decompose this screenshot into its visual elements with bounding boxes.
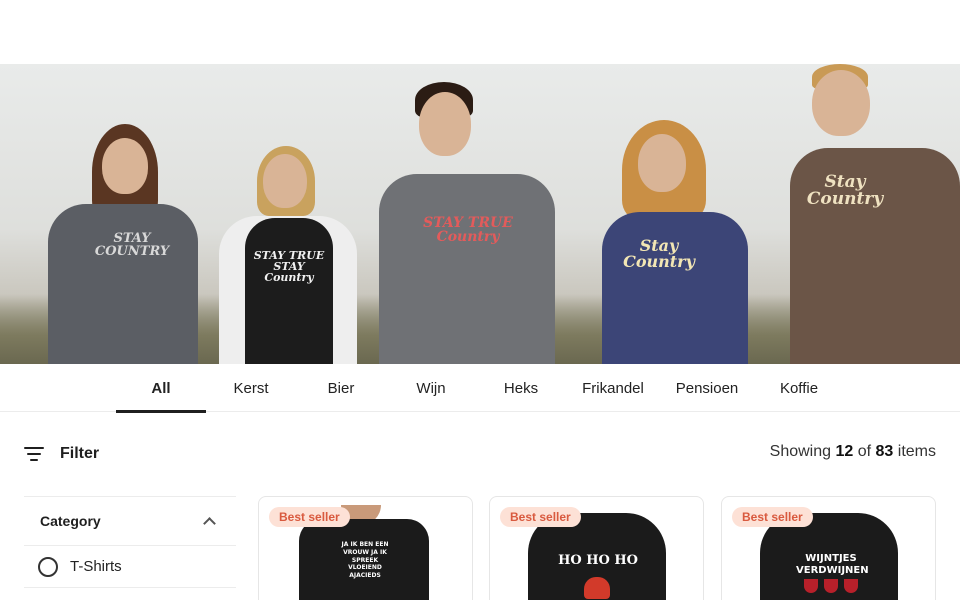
radio-button[interactable]: [38, 556, 58, 577]
tab-pensioen[interactable]: Pensioen: [662, 364, 752, 412]
wine-glasses-graphic: [804, 579, 858, 595]
category-tabs: All Kerst Bier Wijn Heks Frikandel Pensi…: [0, 364, 960, 413]
tab-bier[interactable]: Bier: [296, 364, 386, 412]
hero-model: STAY TRUE STAY Country: [215, 146, 360, 364]
category-option-tshirts[interactable]: T-Shirts: [24, 546, 236, 588]
shirt-print: STAY TRUE Country: [423, 215, 513, 245]
tab-wijn[interactable]: Wijn: [386, 364, 476, 412]
product-print: JA IK BEN EEN VROUW JA IK SPREEK VLOEIEN…: [341, 541, 389, 580]
shirt-print: STAY TRUE STAY Country: [253, 249, 325, 284]
hero-model: STAY COUNTRY: [40, 124, 200, 364]
category-filter: Category T-Shirts: [24, 496, 236, 588]
shirt-print: Stay Country: [806, 172, 884, 209]
tab-kerst[interactable]: Kerst: [206, 364, 296, 412]
category-title: Category: [40, 513, 101, 529]
product-card[interactable]: Best seller JA IK BEN EEN VROUW JA IK SP…: [258, 496, 473, 600]
chevron-up-icon: [203, 517, 216, 530]
hero-banner: STAY COUNTRY STAY TRUE STAY Country STAY…: [0, 64, 960, 364]
best-seller-badge: Best seller: [269, 507, 350, 527]
shirt-print: Stay Country: [623, 236, 695, 271]
santa-graphic: [584, 577, 610, 599]
hero-model: STAY TRUE Country: [375, 82, 555, 364]
hero-model: Stay Country: [600, 120, 750, 364]
filter-label: Filter: [60, 445, 100, 462]
product-print: WIJNTJES VERDWIJNEN: [796, 553, 869, 576]
category-option-label: T-Shirts: [70, 558, 122, 575]
tab-koffie[interactable]: Koffie: [754, 364, 844, 412]
best-seller-badge: Best seller: [732, 507, 813, 527]
product-print: HO HO HO: [558, 553, 638, 568]
tab-heks[interactable]: Heks: [476, 364, 566, 412]
filter-icon: [24, 446, 46, 462]
tab-all[interactable]: All: [116, 364, 206, 413]
product-card[interactable]: Best seller WIJNTJES VERDWIJNEN: [721, 496, 936, 600]
tab-frikandel[interactable]: Frikandel: [568, 364, 658, 412]
filter-button[interactable]: Filter: [24, 440, 99, 468]
results-count: Showing 12 of 83 items: [769, 443, 936, 460]
category-header[interactable]: Category: [24, 496, 236, 546]
hero-model: Stay Country: [790, 64, 960, 364]
best-seller-badge: Best seller: [500, 507, 581, 527]
product-card[interactable]: Best seller HO HO HO: [489, 496, 704, 600]
shirt-print: STAY COUNTRY: [94, 231, 170, 259]
top-bar: [0, 0, 960, 64]
